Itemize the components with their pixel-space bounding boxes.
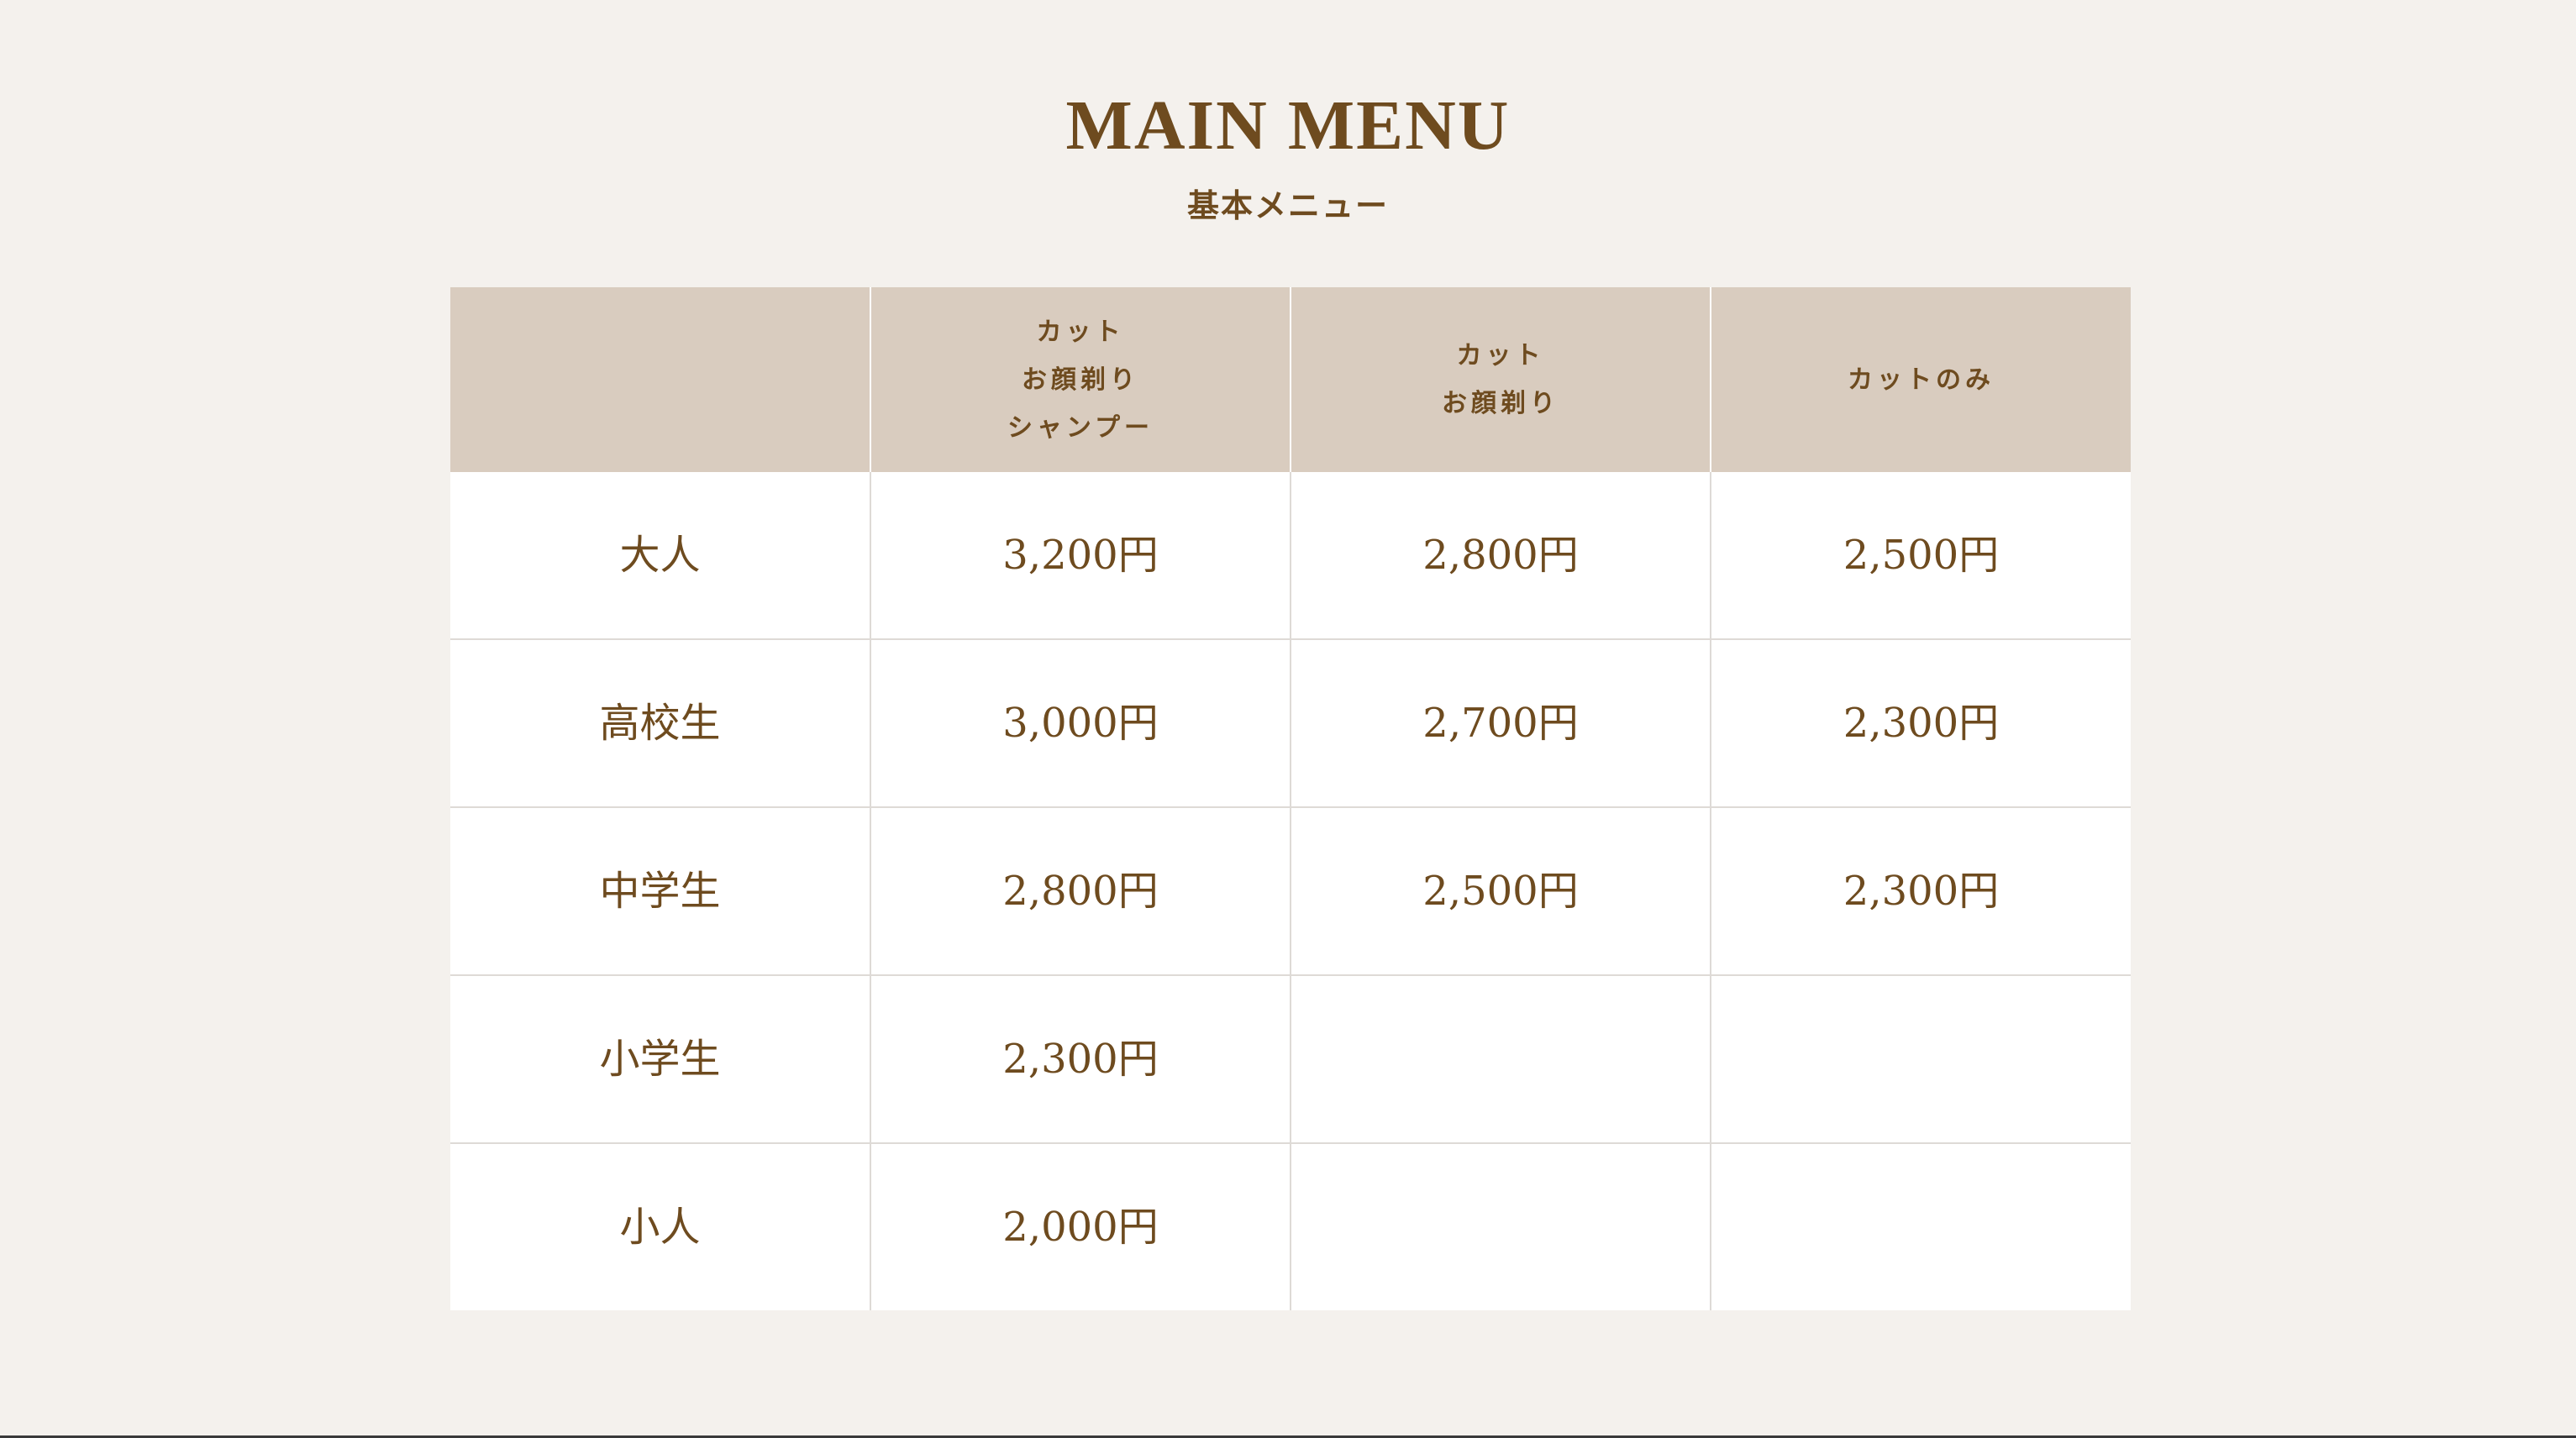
row-label: 大人 bbox=[450, 472, 870, 639]
price-cell: 2,800円 bbox=[1290, 472, 1711, 639]
table-row: 中学生 2,800円 2,500円 2,300円 bbox=[450, 806, 2131, 975]
header-line: シャンプー bbox=[1007, 412, 1154, 443]
price-cell: 2,800円 bbox=[870, 806, 1291, 975]
table-row: 大人 3,200円 2,800円 2,500円 bbox=[450, 472, 2131, 639]
price-cell: 2,000円 bbox=[870, 1142, 1291, 1310]
price-cell: 2,500円 bbox=[1290, 806, 1711, 975]
table-row: 高校生 3,000円 2,700円 2,300円 bbox=[450, 638, 2131, 807]
table-row: 小学生 2,300円 bbox=[450, 974, 2131, 1143]
row-label: 小人 bbox=[450, 1142, 870, 1310]
price-cell: 2,300円 bbox=[1710, 806, 2131, 975]
table-row: 小人 2,000円 bbox=[450, 1142, 2131, 1310]
price-cell-empty bbox=[1290, 1142, 1711, 1310]
row-label: 高校生 bbox=[450, 638, 870, 807]
price-cell: 2,500円 bbox=[1710, 472, 2131, 639]
header-line: カット bbox=[1036, 317, 1125, 347]
price-cell: 2,300円 bbox=[1710, 638, 2131, 807]
header-cell-empty bbox=[450, 287, 870, 472]
price-cell-empty bbox=[1710, 974, 2131, 1143]
price-cell: 3,200円 bbox=[870, 472, 1291, 639]
price-cell: 3,000円 bbox=[870, 638, 1291, 807]
price-cell-empty bbox=[1290, 974, 1711, 1143]
table-header-row: カット お顔剃り シャンプー カット お顔剃り カットのみ bbox=[450, 287, 2131, 472]
header-line: カットのみ bbox=[1848, 365, 1995, 395]
header-line: お顔剃り bbox=[1022, 365, 1139, 395]
header-line: カット bbox=[1456, 341, 1545, 370]
price-cell-empty bbox=[1710, 1142, 2131, 1310]
header-cell-cut-shave-shampoo: カット お顔剃り シャンプー bbox=[870, 287, 1291, 472]
price-cell: 2,300円 bbox=[870, 974, 1291, 1143]
header-cell-cut-only: カットのみ bbox=[1710, 287, 2131, 472]
menu-price-table: カット お顔剃り シャンプー カット お顔剃り カットのみ 大人 3,200円 … bbox=[450, 287, 2131, 1310]
page-title: MAIN MENU bbox=[1065, 87, 1511, 165]
page-subtitle: 基本メニュー bbox=[1186, 186, 1389, 224]
row-label: 中学生 bbox=[450, 806, 870, 975]
row-label: 小学生 bbox=[450, 974, 870, 1143]
header-line: お顔剃り bbox=[1442, 389, 1559, 418]
header-cell-cut-shave: カット お顔剃り bbox=[1290, 287, 1711, 472]
price-cell: 2,700円 bbox=[1290, 638, 1711, 807]
